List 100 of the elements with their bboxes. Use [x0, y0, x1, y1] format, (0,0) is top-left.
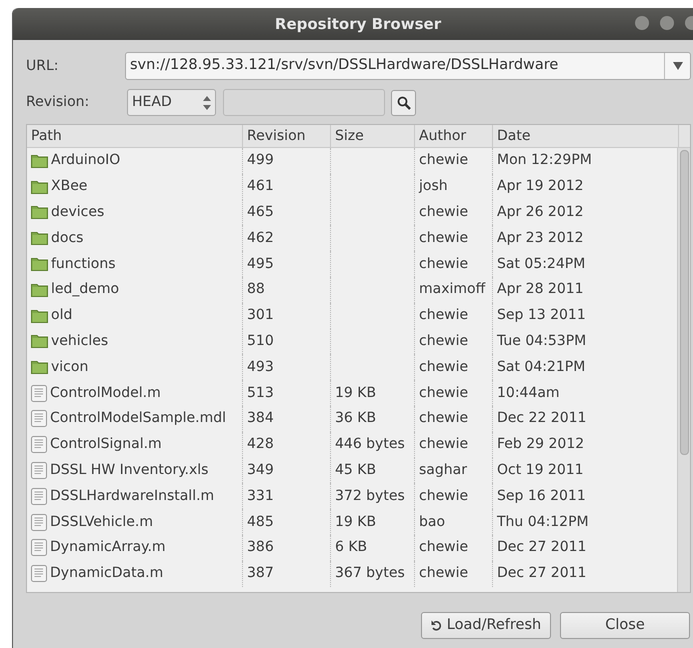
table-cell-text: 367 bytes	[335, 564, 405, 584]
document-icon	[31, 488, 47, 505]
table-cell-text: 349	[247, 460, 274, 480]
table-cell-text: 499	[247, 151, 274, 170]
file-name[interactable]: DynamicData.m	[50, 563, 164, 584]
table-cell-text: Feb 29 2012	[497, 435, 584, 454]
table-cell-text: josh	[419, 177, 448, 196]
table-cell-text: Sat 05:24PM	[497, 254, 586, 274]
refresh-button[interactable]: Load/Refresh	[421, 612, 551, 639]
table-cell-text: Sep 16 2011	[497, 486, 586, 506]
table-cell-text: 387	[247, 564, 274, 584]
table-cell-text: 10:44am	[497, 384, 560, 403]
table-cell-text: chewie	[419, 332, 468, 351]
table-cell-text: 372 bytes	[335, 486, 405, 506]
scrollbar[interactable]	[677, 148, 690, 592]
folder-icon	[31, 360, 48, 374]
file-name[interactable]: vehicles	[51, 330, 108, 352]
file-name[interactable]: docs	[51, 228, 84, 249]
folder-icon	[31, 154, 48, 168]
table-cell-text: 493	[247, 358, 274, 377]
spin-arrows-icon	[203, 96, 211, 110]
file-name[interactable]: ControlModel.m	[50, 382, 161, 404]
table-cell-text: 461	[247, 177, 274, 196]
table-cell-text: 495	[247, 254, 274, 274]
table-cell-text: 446 bytes	[335, 435, 405, 454]
table-cell-text: chewie	[419, 409, 468, 428]
table-cell-text: 6 KB	[335, 538, 368, 558]
table-cell-text: chewie	[419, 384, 468, 403]
window-button-icon[interactable]	[660, 16, 674, 30]
table-cell-text: chewie	[419, 228, 468, 248]
revision-spin-box[interactable]: HEAD	[127, 89, 216, 116]
table-cell-text: maximoff	[419, 280, 486, 300]
file-name[interactable]: functions	[51, 254, 116, 275]
column-header[interactable]: Date	[493, 125, 679, 147]
column-header[interactable]: Revision	[243, 125, 331, 147]
file-name[interactable]: DynamicArray.m	[50, 537, 166, 558]
folder-icon	[31, 282, 48, 297]
folder-icon	[31, 257, 48, 272]
close-button[interactable]: Close	[560, 612, 690, 639]
table-cell-text: Oct 19 2011	[497, 460, 584, 480]
column-header[interactable]: Size	[331, 125, 415, 147]
refresh-icon	[430, 620, 442, 631]
table-cell-text: 301	[247, 306, 274, 326]
url-label: URL:	[26, 56, 60, 76]
table-cell-text: chewie	[419, 564, 468, 584]
table-cell-text: chewie	[419, 254, 468, 274]
table-cell-text: 465	[247, 202, 274, 222]
table-cell-text: Thu 04:12PM	[497, 512, 589, 532]
table-cell-text: Apr 19 2012	[497, 177, 584, 196]
search-button[interactable]	[391, 90, 416, 116]
file-name[interactable]: devices	[51, 202, 104, 223]
table-cell-text: chewie	[419, 202, 468, 222]
table-cell-text: 462	[247, 228, 274, 248]
document-icon	[31, 436, 47, 454]
table-cell-text: Dec 27 2011	[497, 564, 586, 584]
table-cell-text: Dec 27 2011	[497, 538, 586, 558]
file-name[interactable]: ArduinoIO	[51, 150, 120, 172]
folder-icon	[31, 180, 48, 194]
dropdown-arrow-icon	[672, 62, 682, 70]
file-name[interactable]: XBee	[51, 176, 88, 198]
file-name[interactable]: vicon	[51, 356, 88, 378]
revision-label: Revision:	[26, 93, 90, 112]
file-name[interactable]: old	[51, 305, 72, 326]
table-cell-text: chewie	[419, 486, 468, 506]
column-header[interactable]: Path	[27, 125, 243, 147]
table-cell-text: 384	[247, 409, 274, 428]
document-icon	[31, 384, 47, 402]
file-name[interactable]: led_demo	[51, 279, 120, 300]
file-name[interactable]: DSSLVehicle.m	[50, 512, 153, 533]
window-title: Repository Browser	[274, 14, 442, 35]
table-cell-text: 36 KB	[335, 409, 376, 428]
folder-icon	[31, 334, 48, 348]
table-cell-text: Sep 13 2011	[497, 306, 586, 326]
file-name[interactable]: DSSLHardwareInstall.m	[50, 486, 214, 507]
folder-icon	[31, 205, 48, 220]
file-name[interactable]: ControlModelSample.mdl	[50, 408, 226, 430]
column-header[interactable]: Author	[415, 125, 493, 147]
window-button-icon[interactable]	[635, 16, 649, 30]
table-cell-text: chewie	[419, 151, 468, 170]
table-cell-text: saghar	[419, 460, 467, 480]
document-icon	[31, 410, 47, 428]
table-cell-text: Mon 12:29PM	[497, 151, 592, 170]
table-cell-text: 513	[247, 384, 274, 403]
table-cell-text: Sat 04:21PM	[497, 358, 586, 377]
folder-icon	[31, 231, 48, 246]
table-cell-text: chewie	[419, 306, 468, 326]
table-cell-text: 45 KB	[335, 460, 376, 480]
revision-number-field[interactable]	[223, 89, 385, 116]
url-combo-box[interactable]: svn://128.95.33.121/srv/svn/DSSLHardware/DSSLHardware	[125, 52, 691, 80]
table-cell-text: 331	[247, 486, 274, 506]
table-cell-text: Apr 28 2011	[497, 280, 584, 300]
file-name[interactable]: ControlSignal.m	[50, 434, 162, 456]
file-name[interactable]: DSSL HW Inventory.xls	[50, 460, 208, 481]
table-cell-text: Tue 04:53PM	[497, 332, 586, 351]
table-cell-text: chewie	[419, 538, 468, 558]
folder-icon	[31, 308, 48, 323]
search-icon	[396, 96, 410, 110]
table-cell-text: Apr 26 2012	[497, 202, 584, 222]
table-cell-text: Apr 23 2012	[497, 228, 584, 248]
document-icon	[31, 462, 47, 479]
